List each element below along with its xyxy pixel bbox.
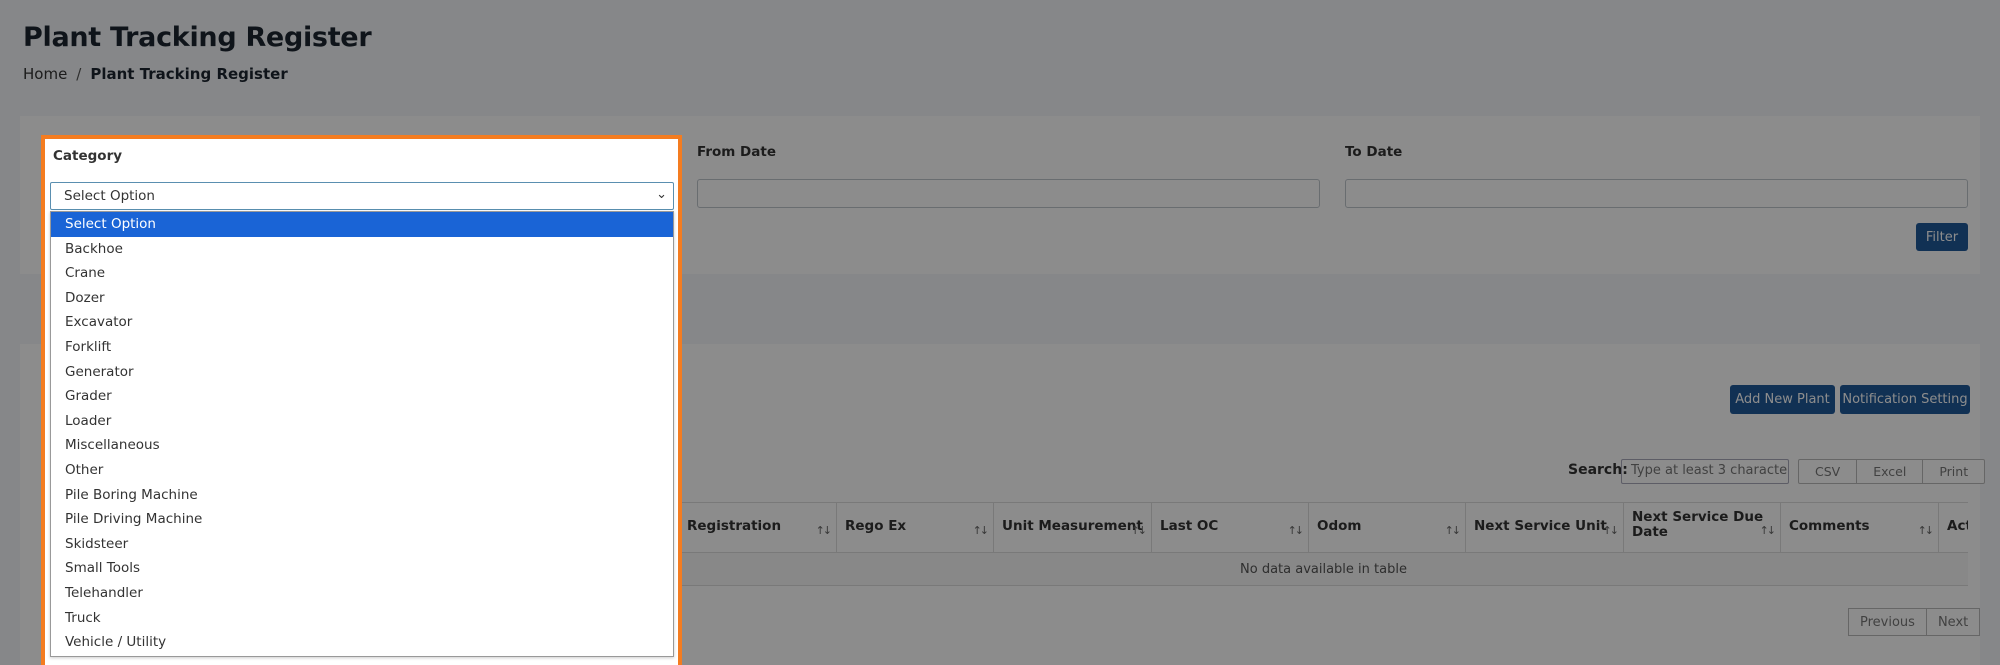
category-option[interactable]: Forklift [51, 335, 673, 360]
category-option[interactable]: Telehandler [51, 581, 673, 606]
category-option[interactable]: Pile Driving Machine [51, 507, 673, 532]
category-label: Category [53, 148, 123, 164]
category-option[interactable]: Select Option [51, 212, 673, 237]
category-option[interactable]: Skidsteer [51, 532, 673, 557]
category-selected-value: Select Option [64, 188, 155, 204]
category-select-highlight: Category Select Option ⌄ Select Option Ba… [41, 135, 682, 665]
category-option[interactable]: Dozer [51, 286, 673, 311]
category-option[interactable]: Backhoe [51, 237, 673, 262]
category-option[interactable]: Grader [51, 384, 673, 409]
category-option[interactable]: Pile Boring Machine [51, 483, 673, 508]
category-option[interactable]: Small Tools [51, 556, 673, 581]
category-option[interactable]: Excavator [51, 310, 673, 335]
category-option[interactable]: Truck [51, 606, 673, 631]
category-select[interactable]: Select Option ⌄ [50, 182, 674, 210]
category-dropdown-list: Select Option Backhoe Crane Dozer Excavator F… [50, 211, 674, 657]
category-option[interactable]: Miscellaneous [51, 433, 673, 458]
category-option[interactable]: Other [51, 458, 673, 483]
chevron-down-icon: ⌄ [656, 187, 667, 202]
category-option[interactable]: Loader [51, 409, 673, 434]
category-option[interactable]: Vehicle / Utility [51, 630, 673, 655]
category-option[interactable]: Crane [51, 261, 673, 286]
category-option[interactable]: Generator [51, 360, 673, 385]
